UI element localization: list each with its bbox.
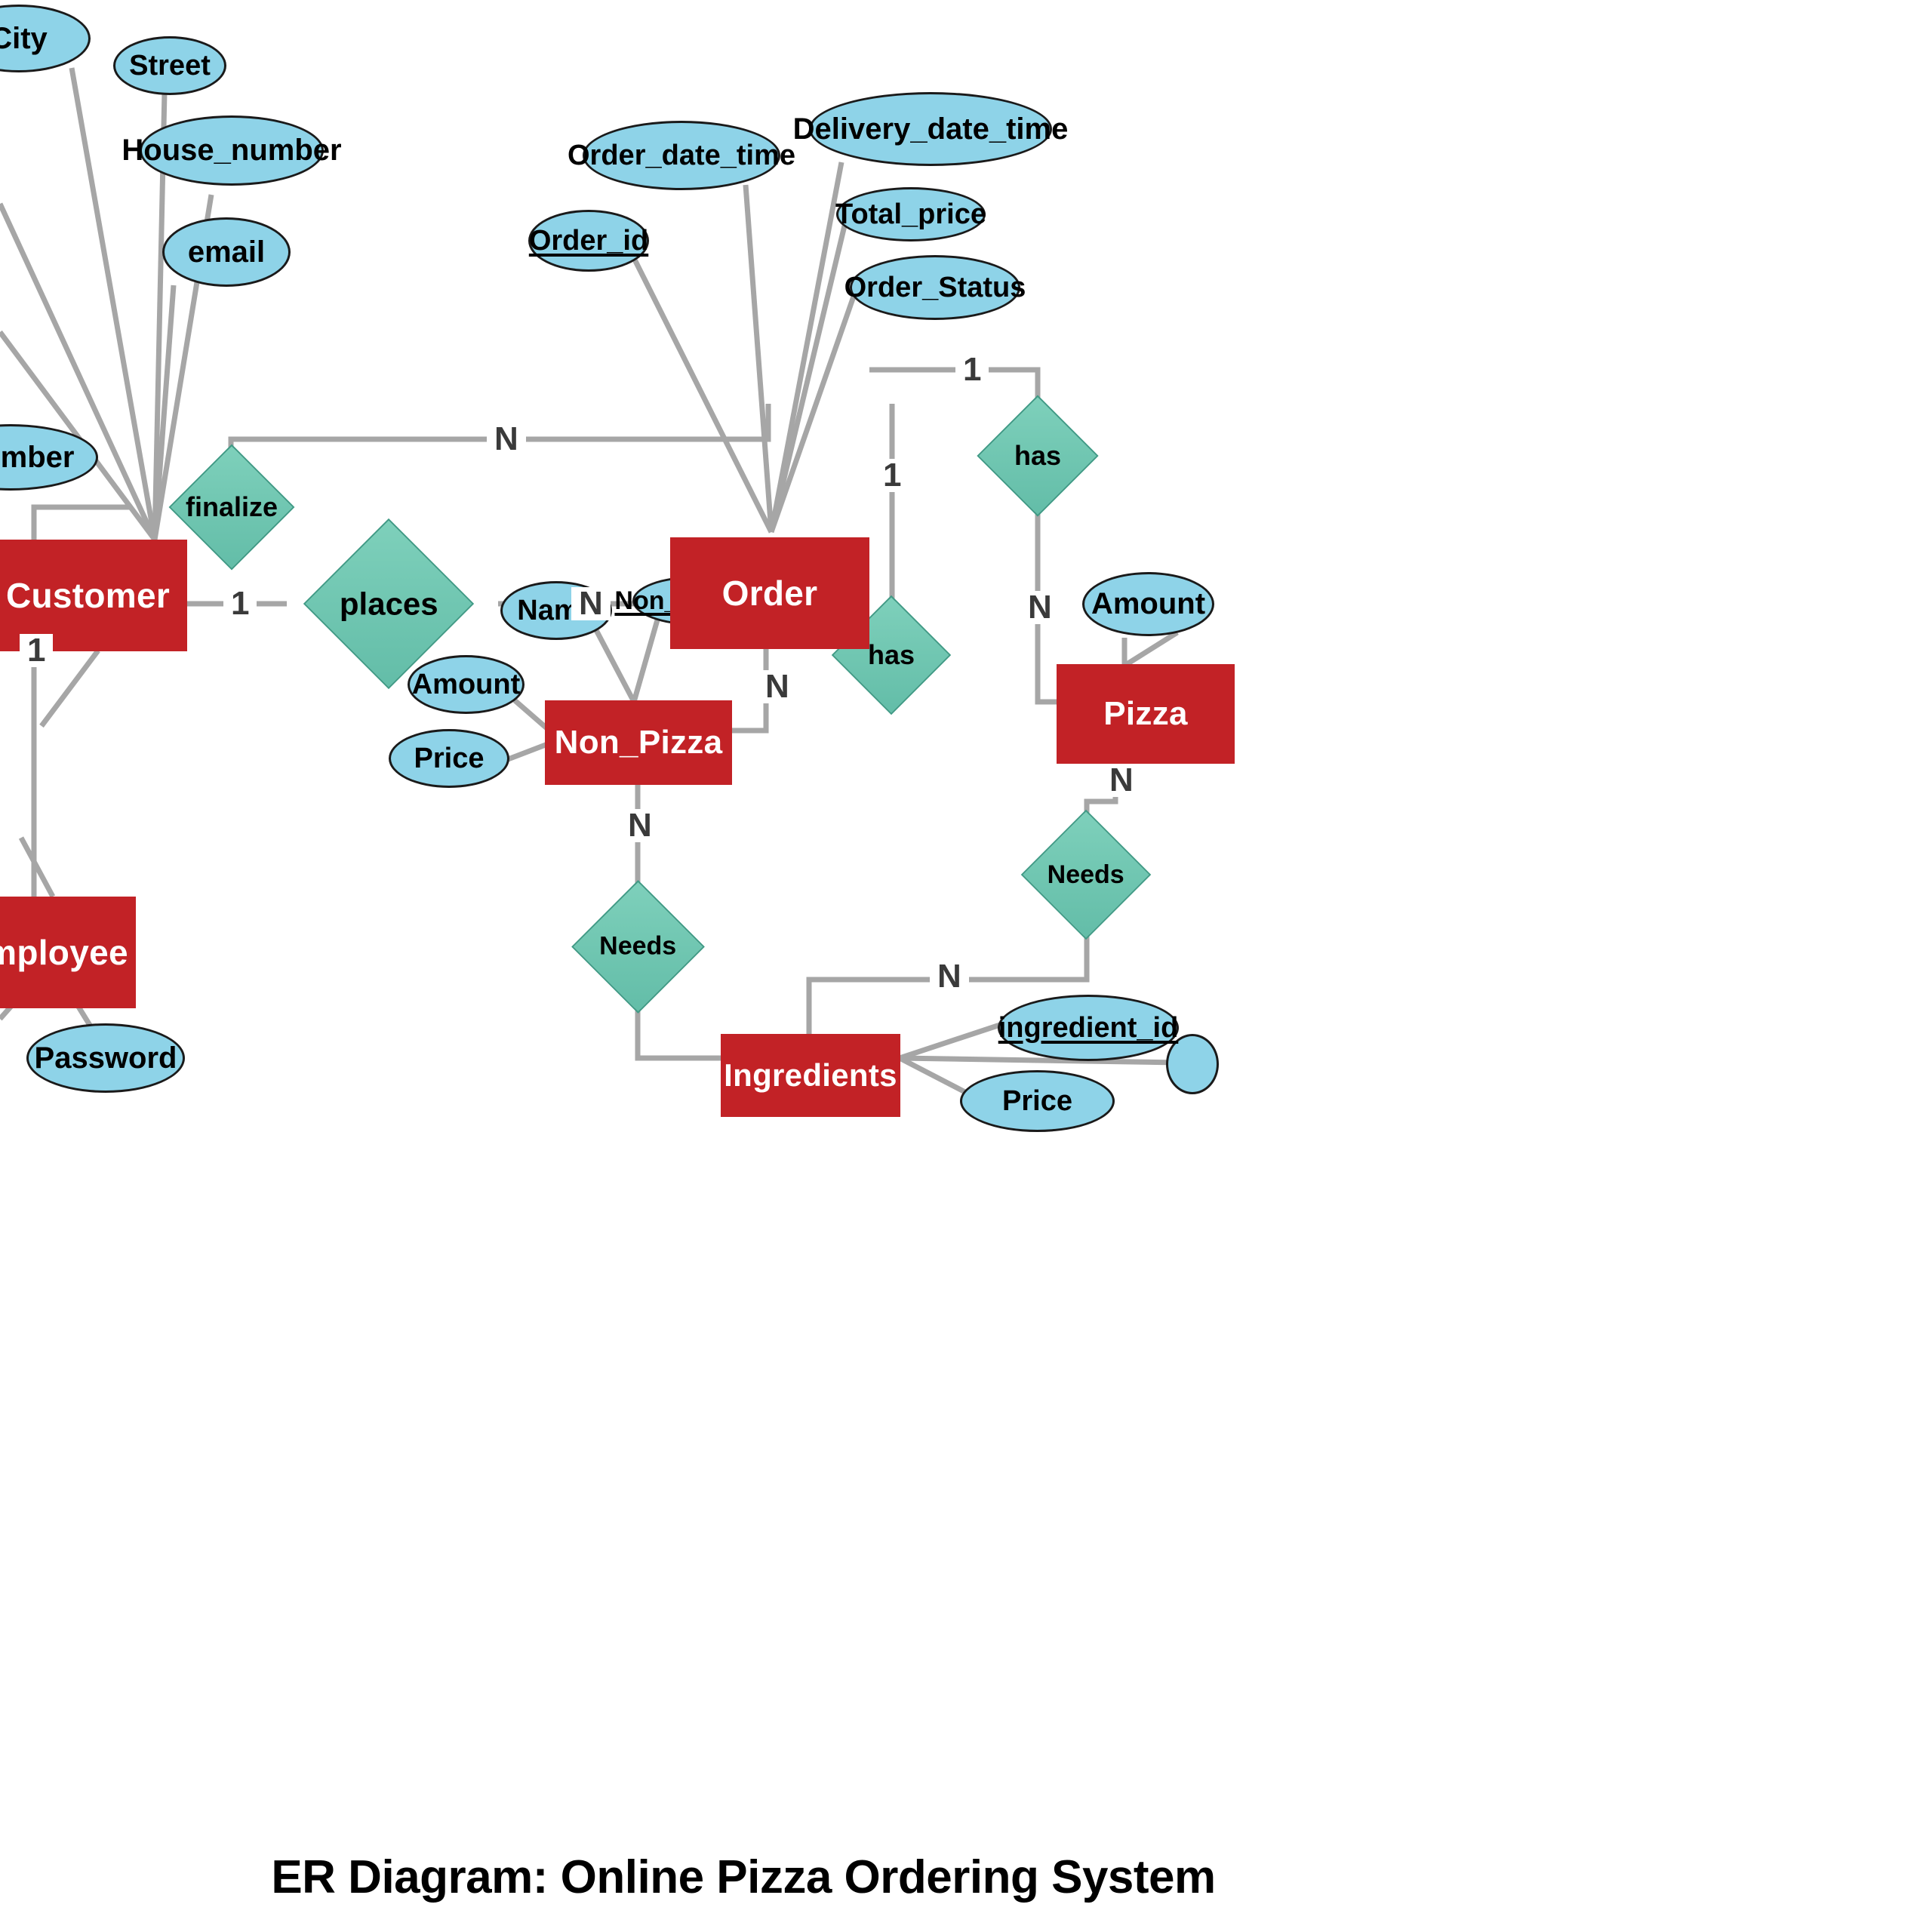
line-deliverydt-order [768,162,844,533]
entity-employee[interactable]: Employee [0,897,136,1008]
entity-nonpizza[interactable]: Non_Pizza [545,700,732,785]
line-ingright-ingredients [899,1055,1178,1066]
line-needs-ingredients [635,995,721,1061]
attribute-ingredient-id[interactable]: ingredient_id [998,995,1179,1061]
attribute-password[interactable]: Password [26,1023,185,1093]
er-diagram-canvas: City Street House_number email _number O… [0,0,1932,1932]
entity-order-label: Order [721,574,818,613]
relationship-needs-nonpizza-label: Needs [599,932,677,961]
cardinality-order-hasnonpizza: 1 [875,459,909,492]
line-orderstatus-order [768,293,857,534]
attribute-pizza-amount[interactable]: Amount [1082,572,1214,636]
cardinality-pizza-needs: N [1102,764,1141,797]
line-orderdatetime-order [743,184,774,533]
page-title: ER Diagram: Online Pizza Ordering System [271,1851,1216,1903]
attribute-total-price[interactable]: Total_price [835,187,986,242]
cardinality-order-haspizza: 1 [955,353,989,386]
attribute-delivery-date-time-label: Delivery_date_time [792,112,1069,146]
cardinality-employee-finalize: 1 [20,634,54,667]
attribute-delivery-date-time[interactable]: Delivery_date_time [793,92,1068,166]
entity-ingredients-label: Ingredients [724,1057,897,1093]
relationship-needs-pizza[interactable]: Needs [1020,809,1152,940]
entity-customer-label: Customer [5,576,171,615]
attribute-street-label: Street [129,49,211,82]
entity-pizza[interactable]: Pizza [1057,664,1235,764]
entity-pizza-label: Pizza [1103,695,1188,732]
line-order-haspizza [869,367,1041,414]
cardinality-needs-ingredients: N [930,960,969,993]
cardinality-order-finalize: N [487,423,526,456]
line-totalprice-order [768,222,848,533]
line-pzright-pizza [1123,630,1179,668]
line-orderid-order [631,257,774,534]
attribute-nonpizza-price[interactable]: Price [389,729,509,788]
relationship-places-label: places [339,585,438,621]
line-npname-nonpizza [593,629,637,703]
attribute-order-status-label: Order_Status [844,271,1026,303]
attribute-city[interactable]: City [0,5,91,72]
attribute-password-label: Password [34,1041,177,1075]
entity-employee-label: Employee [0,933,128,972]
relationship-finalize[interactable]: finalize [168,444,295,571]
relationship-needs-pizza-label: Needs [1047,860,1125,889]
cardinality-hasnonpizza-nonpizza: N [758,670,797,703]
entity-nonpizza-label: Non_Pizza [554,724,723,761]
relationship-has-pizza[interactable]: has [977,395,1099,517]
attribute-ingredient-id-label: ingredient_id [998,1011,1179,1044]
relationship-finalize-label: finalize [185,491,278,522]
attribute-order-id[interactable]: Order_id [528,210,649,272]
attribute-nonpizza-amount-label: Amount [411,668,521,700]
attribute-city-label: City [0,21,48,55]
cardinality-haspizza-pizza: N [1020,591,1060,624]
attribute-email[interactable]: email [162,217,291,287]
attribute-nonpizza-amount[interactable]: Amount [408,655,525,714]
line-employee-top [18,836,56,898]
entity-ingredients[interactable]: Ingredients [721,1034,900,1117]
attribute-order-status[interactable]: Order_Status [844,255,1026,320]
cardinality-customer-places: 1 [223,587,257,620]
attribute-house-number[interactable]: House_number [122,115,342,186]
attribute-phone-number-label: _number [0,440,75,474]
entity-order[interactable]: Order [670,537,869,649]
attribute-nonpizza-price-label: Price [414,742,485,774]
cardinality-places-order: N [571,587,611,620]
line-email-customer [152,285,177,540]
attribute-order-date-time[interactable]: Order_date_time [568,121,795,190]
attribute-phone-number[interactable]: _number [0,424,98,491]
relationship-needs-nonpizza[interactable]: Needs [571,880,705,1014]
attribute-order-id-label: Order_id [528,224,649,257]
attribute-house-number-label: House_number [122,134,342,167]
line-ingid-ingredients [898,1022,1001,1061]
relationship-has-pizza-label: has [1014,439,1062,471]
attribute-order-date-time-label: Order_date_time [568,139,796,171]
attribute-email-label: email [187,235,266,269]
attribute-total-price-label: Total_price [835,198,986,230]
cardinality-nonpizza-needs: N [620,809,660,842]
attribute-pizza-amount-label: Amount [1091,587,1206,620]
attribute-ingredient-price[interactable]: Price [960,1070,1115,1132]
line-npprice-nonpizza [503,740,551,764]
line-npid-nonpizza [631,617,661,703]
relationship-has-nonpizza-label: has [867,638,915,670]
attribute-street[interactable]: Street [113,36,226,95]
attribute-ingredient-price-label: Price [1002,1084,1072,1117]
